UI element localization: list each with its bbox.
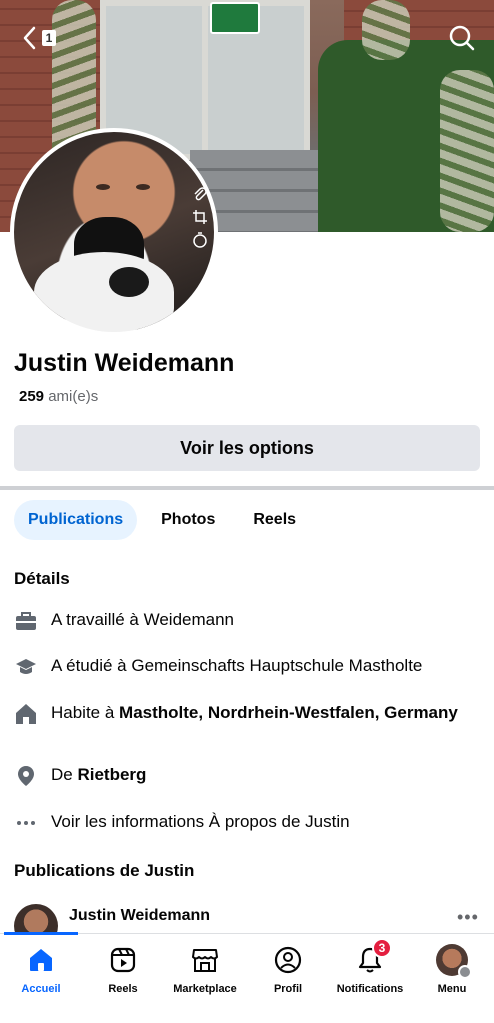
nav-home[interactable]: Accueil [0,944,86,995]
bottom-navigation: Accueil Reels Marketplace Profil 3 Notif… [0,932,494,1023]
avatar [436,944,472,979]
detail-about-link[interactable]: Voir les informations À propos de Justin [14,811,484,835]
nav-profile-label: Profil [273,983,303,995]
detail-education-text: A étudié à Gemeinschafts Hauptschule Mas… [51,656,423,675]
avatar-detail [136,184,150,190]
nav-home-label: Accueil [21,983,61,995]
back-button[interactable]: 1 [14,22,64,54]
detail-lives-text: Habite à Mastholte, Nordrhein-Westfalen,… [51,702,458,724]
post-author-name[interactable]: Justin Weidemann [69,907,210,925]
tab-publications[interactable]: Publications [14,500,138,540]
about-link-text: Voir les informations À propos de Justin [51,812,350,831]
nav-profile[interactable]: Profil [243,944,333,995]
detail-from: De Rietberg [14,764,484,788]
cover-sign [210,2,260,34]
from-place[interactable]: Rietberg [77,765,146,784]
house-icon [25,944,57,976]
lives-prefix: Habite à [51,703,120,722]
graduation-cap-icon [14,655,38,679]
search-icon [449,25,475,51]
friends-number: 259 [19,388,45,405]
posts-title: Publications de Justin [14,861,195,880]
timer-icon[interactable] [193,232,207,248]
avatar-edit-tools [190,186,210,248]
detail-work-text: A travaillé à Weidemann [51,610,235,629]
menu-avatar-icon [436,944,472,979]
avatar-detail [34,252,174,332]
nav-menu[interactable]: Menu [407,944,494,995]
details-title: Détails [14,569,70,588]
from-prefix: De [51,765,78,784]
cover-garland [440,70,494,232]
notifications-badge: 3 [372,938,392,958]
back-count: 1 [41,30,57,46]
profile-name: Justin Weidemann [14,349,235,377]
post-more-button[interactable]: ••• [457,907,479,928]
more-dots-icon [14,811,38,835]
profile-tabs: Publications Photos Reels [14,500,310,540]
detail-from-text: De Rietberg [51,764,146,786]
paperclip-icon[interactable] [193,186,207,202]
chevron-left-icon [23,26,35,50]
bell-icon: 3 [354,938,392,976]
avatar-detail [96,184,110,190]
search-button[interactable] [446,22,478,54]
friends-label: ami(e)s [48,388,99,405]
nav-marketplace[interactable]: Marketplace [160,944,250,995]
friends-count[interactable]: 259 ami(e)s [19,388,98,405]
lives-place[interactable]: Mastholte, Nordrhein-Westfalen, Germany [119,703,458,722]
menu-indicator [458,965,472,979]
section-divider [0,486,494,490]
detail-lives: Habite à Mastholte, Nordrhein-Westfalen,… [14,702,484,726]
nav-reels[interactable]: Reels [78,944,168,995]
detail-education: A étudié à Gemeinschafts Hauptschule Mas… [14,655,484,679]
briefcase-icon [14,609,38,633]
nav-marketplace-label: Marketplace [173,983,237,995]
nav-active-indicator [4,932,78,935]
profile-picture[interactable] [10,128,218,336]
crop-icon[interactable] [193,210,207,224]
storefront-icon [189,944,221,976]
view-options-button[interactable]: Voir les options [14,425,480,471]
avatar-detail [109,267,149,297]
reels-icon [107,944,139,976]
profile-circle-icon [272,944,304,976]
house-icon [14,702,38,726]
nav-reels-label: Reels [108,983,138,995]
tab-reels[interactable]: Reels [239,500,310,540]
cover-garland [362,0,410,60]
detail-work: A travaillé à Weidemann [14,609,484,633]
nav-menu-label: Menu [437,983,467,995]
nav-notifications[interactable]: 3 Notifications [325,938,415,995]
location-pin-icon [14,764,38,788]
nav-notifications-label: Notifications [336,983,404,995]
tab-photos[interactable]: Photos [147,500,229,540]
